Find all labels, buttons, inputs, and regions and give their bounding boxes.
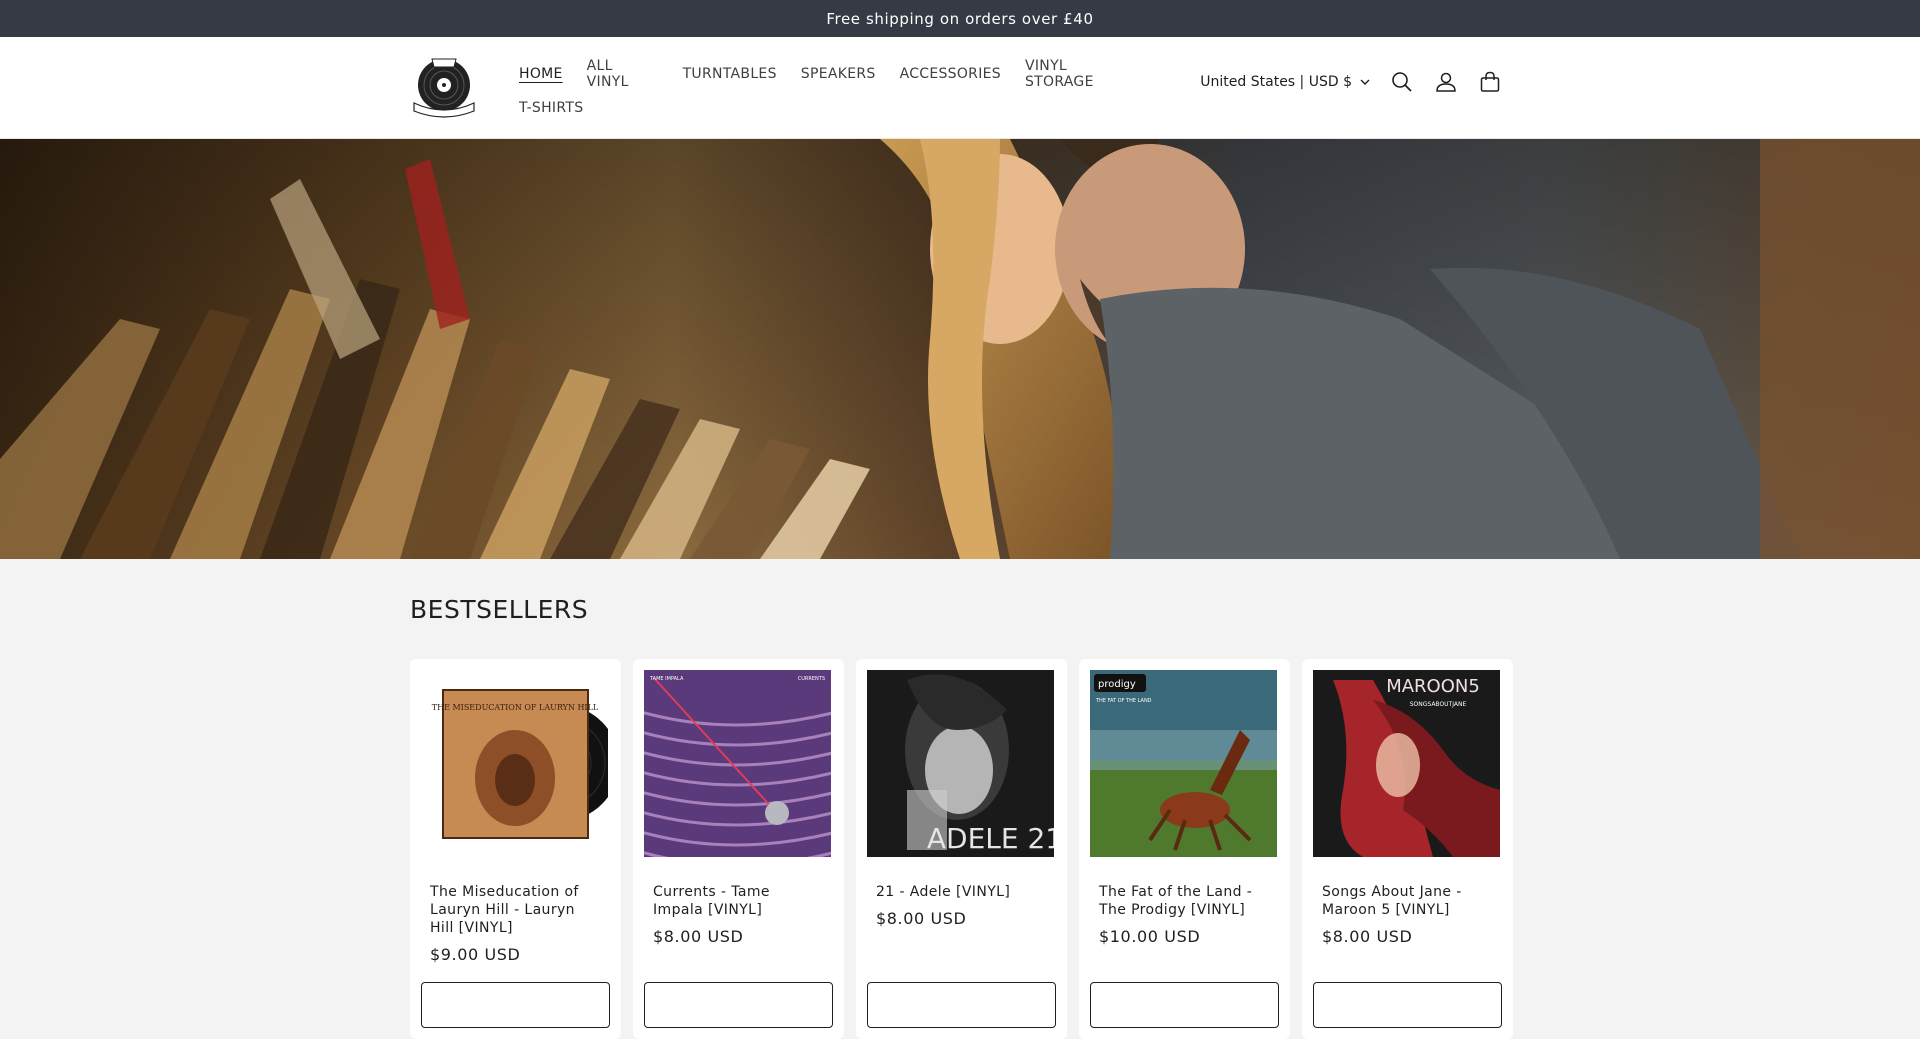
hero-banner-image [0, 139, 1920, 559]
lauryn-album-text: THE MISEDUCATION OF LAURYN HILL [432, 703, 599, 712]
main-nav: HOME ALL VINYL TURNTABLES SPEAKERS ACCES… [519, 57, 1139, 125]
product-title[interactable]: Currents - Tame Impala [VINYL] [644, 883, 833, 919]
nav-item-home[interactable]: HOME [519, 66, 563, 82]
search-icon[interactable] [1390, 70, 1414, 94]
maroon-album-subtext: SONGSABOUTJANE [1410, 701, 1467, 708]
bestsellers-section: BESTSELLERS THE MISEDUCATION OF LAURYN H… [0, 559, 1920, 1039]
tame-album-text: TAME IMPALA [649, 676, 684, 682]
maroon-album-text: MAROON5 [1386, 676, 1480, 697]
cart-icon[interactable] [1478, 70, 1502, 94]
product-card[interactable]: THE MISEDUCATION OF LAURYN HILL The Mise… [410, 659, 621, 1039]
country-selector-label: United States | USD $ [1200, 74, 1352, 90]
nav-item-all-vinyl[interactable]: ALL VINYL [587, 58, 659, 90]
add-to-cart-button[interactable] [421, 982, 610, 1028]
product-grid: THE MISEDUCATION OF LAURYN HILL The Mise… [410, 659, 1513, 1039]
product-title[interactable]: Songs About Jane - Maroon 5 [VINYL] [1313, 883, 1502, 919]
product-price: $8.00 USD [876, 909, 967, 928]
product-price: $8.00 USD [1322, 927, 1413, 946]
product-card[interactable]: TAME IMPALA CURRENTS Currents - Tame Imp… [633, 659, 844, 1039]
product-title[interactable]: 21 - Adele [VINYL] [867, 883, 1056, 901]
tame-album-text-right: CURRENTS [798, 676, 825, 682]
product-title[interactable]: The Miseducation of Lauryn Hill - Lauryn… [421, 883, 610, 937]
product-card[interactable]: ADELE 21 21 - Adele [VINYL] $8.00 USD [856, 659, 1067, 1039]
product-card[interactable]: prodigy THE FAT OF THE LAND The Fat of t… [1079, 659, 1290, 1039]
add-to-cart-button[interactable] [1090, 982, 1279, 1028]
prodigy-album-subtext: THE FAT OF THE LAND [1095, 698, 1152, 704]
country-selector[interactable]: United States | USD $ [1200, 74, 1370, 90]
product-price: $10.00 USD [1099, 927, 1201, 946]
chevron-down-icon [1360, 74, 1370, 90]
add-to-cart-button[interactable] [867, 982, 1056, 1028]
account-icon[interactable] [1434, 70, 1458, 94]
nav-item-speakers[interactable]: SPEAKERS [801, 66, 876, 82]
nav-item-vinyl-storage[interactable]: VINYL STORAGE [1025, 58, 1139, 90]
product-image[interactable]: MAROON5 SONGSABOUTJANE [1313, 670, 1500, 857]
product-image[interactable]: prodigy THE FAT OF THE LAND [1090, 670, 1277, 857]
product-image[interactable]: TAME IMPALA CURRENTS [644, 670, 831, 857]
nav-item-accessories[interactable]: ACCESSORIES [900, 66, 1001, 82]
nav-item-turntables[interactable]: TURNTABLES [683, 66, 777, 82]
nav-item-t-shirts[interactable]: T-SHIRTS [519, 100, 583, 116]
header-actions: United States | USD $ [1200, 70, 1502, 94]
prodigy-album-text: prodigy [1098, 679, 1136, 690]
product-card[interactable]: MAROON5 SONGSABOUTJANE Songs About Jane … [1302, 659, 1513, 1039]
product-price: $8.00 USD [653, 927, 744, 946]
product-title[interactable]: The Fat of the Land - The Prodigy [VINYL… [1090, 883, 1279, 919]
product-image[interactable]: ADELE 21 [867, 670, 1054, 857]
product-price: $9.00 USD [430, 945, 521, 964]
adele-album-text: ADELE 21 [927, 822, 1054, 855]
site-header: HOME ALL VINYL TURNTABLES SPEAKERS ACCES… [0, 37, 1920, 139]
logo-icon[interactable] [410, 53, 480, 121]
add-to-cart-button[interactable] [1313, 982, 1502, 1028]
announcement-text: Free shipping on orders over £40 [826, 9, 1094, 28]
add-to-cart-button[interactable] [644, 982, 833, 1028]
product-image[interactable]: THE MISEDUCATION OF LAURYN HILL [421, 670, 608, 857]
section-title: BESTSELLERS [410, 595, 589, 624]
announcement-bar: Free shipping on orders over £40 [0, 0, 1920, 37]
